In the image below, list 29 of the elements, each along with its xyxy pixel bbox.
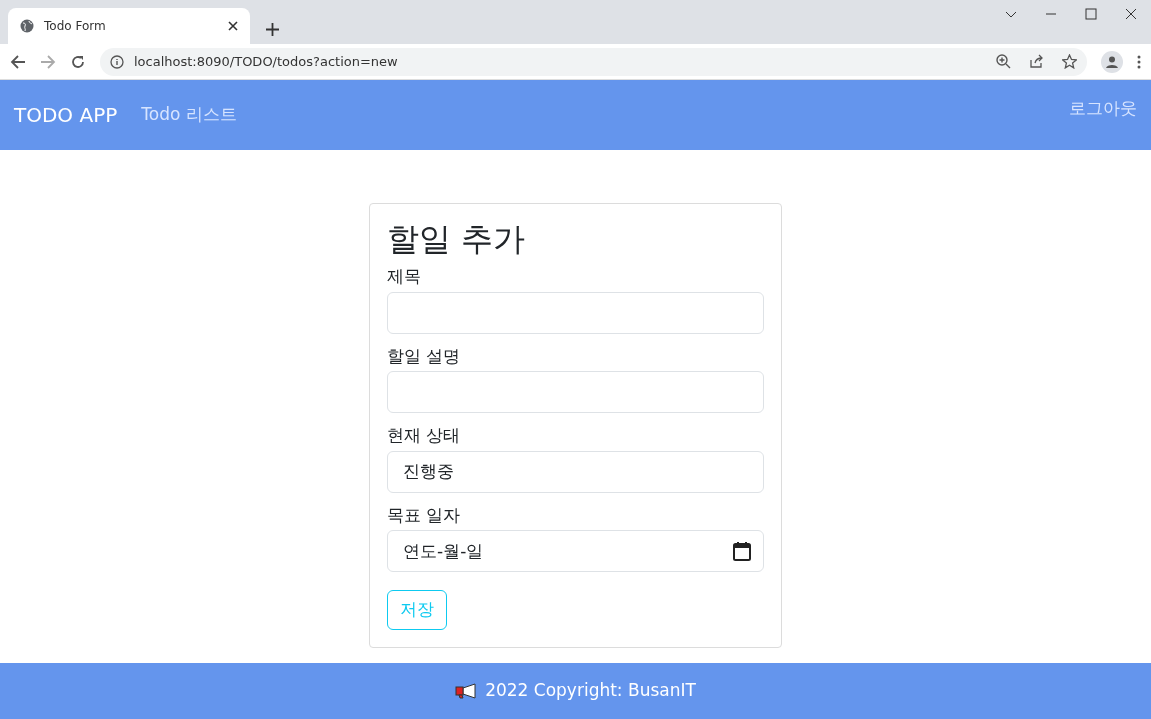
megaphone-icon: [455, 683, 478, 699]
tab-title: Todo Form: [44, 18, 107, 35]
text-field[interactable]: [387, 371, 764, 414]
field-label: 목표 일자: [387, 503, 462, 527]
form-title: 할일 추가: [387, 220, 527, 259]
menu-icon[interactable]: [1137, 54, 1141, 69]
calendar-icon[interactable]: [733, 541, 751, 561]
new-tab-icon[interactable]: [266, 23, 279, 36]
back-arrow-icon[interactable]: [10, 53, 26, 70]
zoom-in-icon[interactable]: [996, 54, 1011, 69]
share-icon[interactable]: [1029, 54, 1044, 69]
field-label: 현재 상태: [387, 424, 462, 448]
copyright-text: 2022 Copyright: BusanIT: [485, 679, 696, 703]
globe-icon: [20, 19, 34, 33]
star-icon[interactable]: [1062, 54, 1077, 69]
url-text: localhost:8090/TODO/todos?action=new: [134, 52, 399, 71]
text-field[interactable]: [387, 291, 764, 334]
field-label: 제목: [387, 265, 422, 289]
address-bar[interactable]: localhost:8090/TODO/todos?action=new: [100, 47, 1087, 76]
date-field[interactable]: 연도-월-일: [387, 530, 764, 573]
profile-avatar-icon[interactable]: [1101, 50, 1123, 73]
text-field[interactable]: 진행중: [387, 450, 764, 493]
info-icon: [110, 54, 124, 69]
maximize-icon[interactable]: [1085, 8, 1097, 20]
reload-icon[interactable]: [70, 53, 86, 70]
close-icon[interactable]: [228, 21, 238, 31]
close-icon[interactable]: [1125, 8, 1137, 20]
field-label: 할일 설명: [387, 344, 462, 368]
browser-tab[interactable]: Todo Form: [8, 8, 250, 44]
